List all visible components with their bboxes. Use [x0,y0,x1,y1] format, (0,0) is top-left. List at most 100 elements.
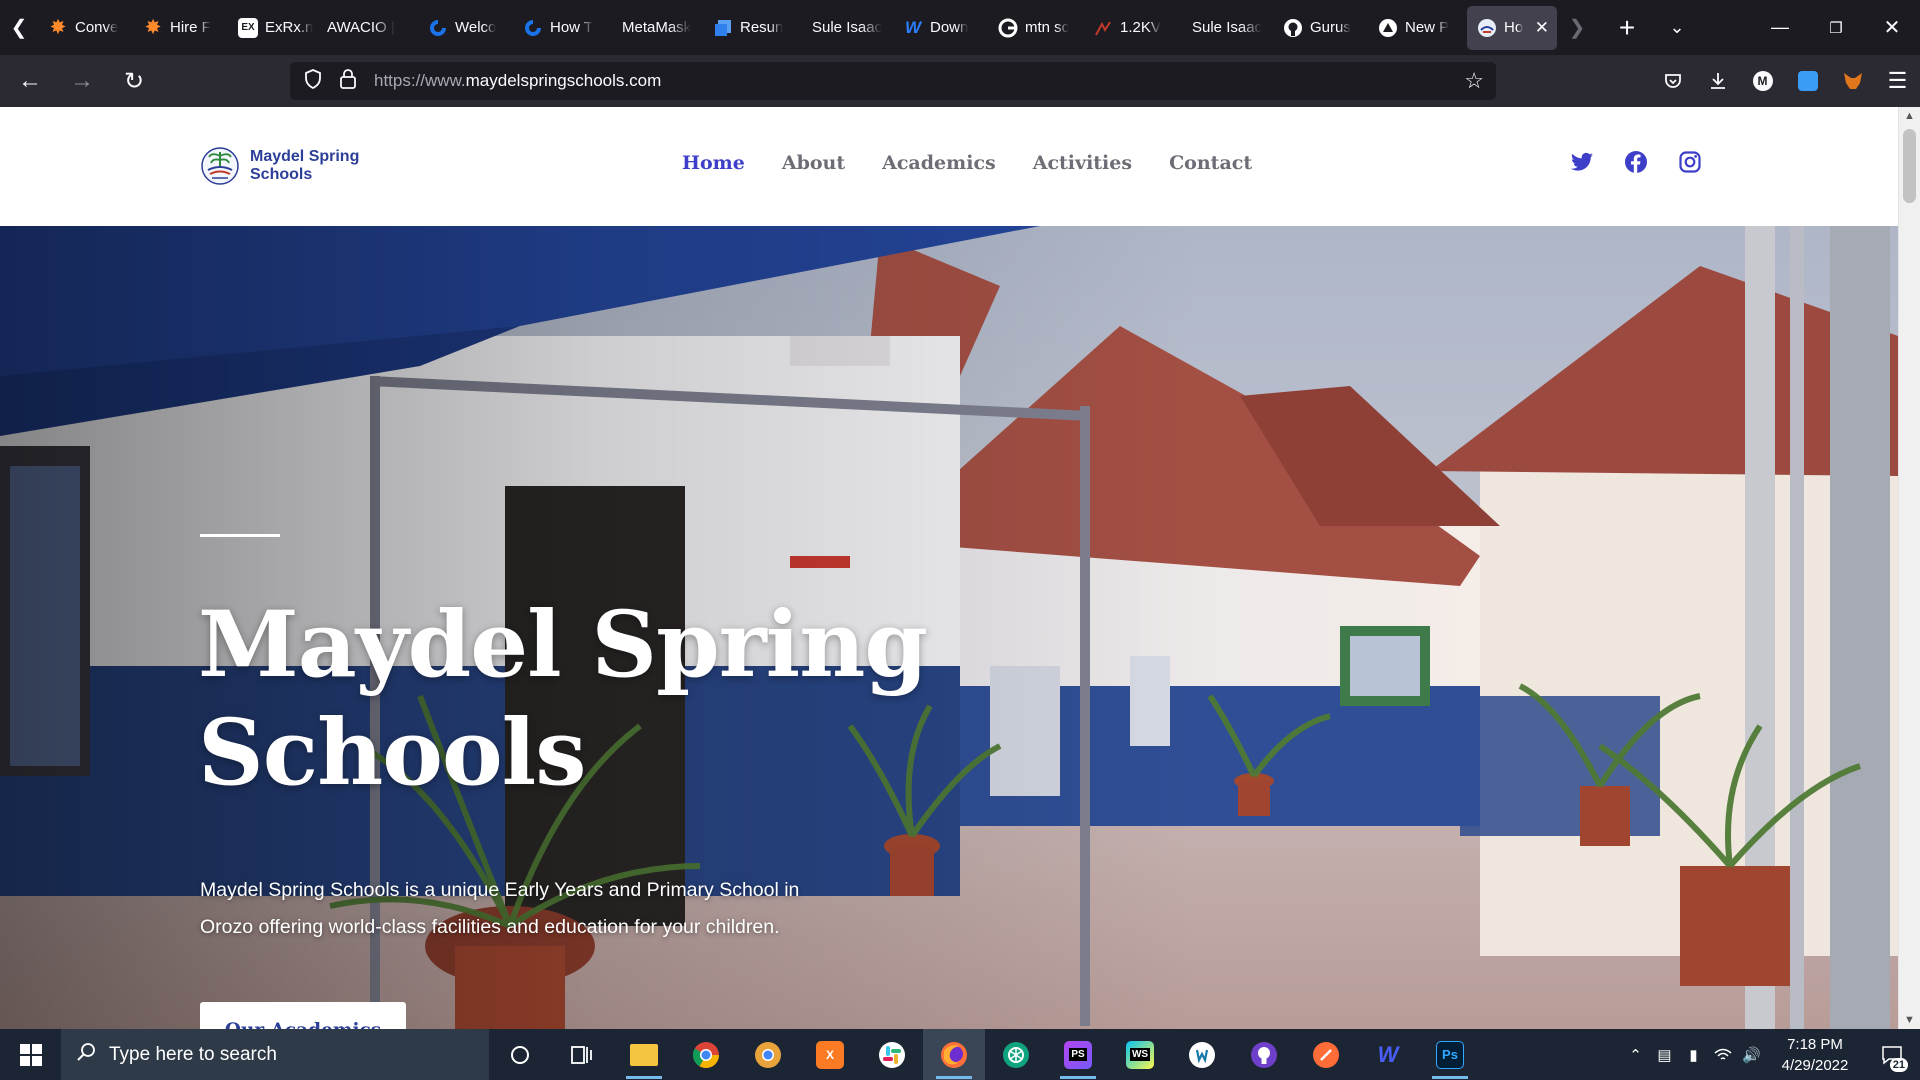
tab[interactable]: Welco [418,6,513,50]
hero-title-line-1: Maydel Spring [198,592,928,698]
our-academics-button[interactable]: Our Academics [200,1002,406,1029]
tab[interactable]: mtn sc [988,6,1083,50]
hero-title: Maydel Spring Schools [198,591,958,807]
facebook-icon[interactable] [1624,150,1648,174]
tab[interactable]: Sule Isaac [1178,6,1273,50]
firefox-icon[interactable] [923,1029,985,1080]
tab-label: Gurus [1310,19,1351,36]
postman-icon[interactable] [1295,1029,1357,1080]
clock-time: 7:18 PM [1787,1035,1843,1053]
tab[interactable]: EX ExRx.n [228,6,323,50]
photoshop-icon[interactable]: Ps [1419,1029,1481,1080]
scrollbar-thumb[interactable] [1903,129,1916,203]
bookmark-star-icon[interactable]: ☆ [1464,68,1484,94]
close-tab-icon[interactable]: ✕ [1535,18,1549,38]
tab-label: New P [1405,19,1450,36]
url-bar[interactable]: https://www.maydelspringschools.com ☆ [290,62,1496,100]
chrome-icon[interactable] [675,1029,737,1080]
scroll-up-icon[interactable]: ▲ [1899,107,1920,125]
tab[interactable]: New P [1368,6,1463,50]
account-initial: M [1752,71,1773,91]
downloads-icon[interactable] [1695,55,1740,107]
page-scrollbar[interactable]: ▲ ▼ [1898,107,1920,1029]
wireshark-icon[interactable] [1171,1029,1233,1080]
taskbar-clock[interactable]: 7:18 PM 4/29/2022 [1766,1034,1864,1076]
menu-icon[interactable]: ☰ [1875,55,1920,107]
task-view-icon[interactable] [551,1029,613,1080]
account-avatar[interactable]: M [1740,55,1785,107]
tab-label: Sule Isaac [812,19,883,36]
url-prefix: https://www. [374,71,466,90]
instagram-icon[interactable] [1678,150,1702,174]
logo-line-2: Schools [250,166,313,183]
forward-icon[interactable]: → [60,59,104,103]
tab[interactable]: How T [513,6,608,50]
nav-about[interactable]: About [782,152,845,174]
tab-label: ExRx.n [265,19,314,36]
cortana-icon[interactable] [489,1029,551,1080]
tab[interactable]: MetaMask [608,6,703,50]
action-center-icon[interactable]: 21 [1864,1029,1920,1080]
site-logo[interactable]: Maydel Spring Schools [200,142,359,190]
hero-title-line-2: Schools [198,700,586,806]
webflow-icon[interactable]: W [1357,1029,1419,1080]
tab[interactable]: ✸ Hire F [133,6,228,50]
nav-contact[interactable]: Contact [1169,152,1252,174]
tab[interactable]: ✸ Conve [38,6,133,50]
tab[interactable]: W Down [893,6,988,50]
star-burst-icon: ✸ [50,17,66,37]
back-icon[interactable]: ← [8,59,52,103]
pocket-icon[interactable] [1650,55,1695,107]
tab[interactable]: 1.2KV [1083,6,1178,50]
tab[interactable]: Resun [703,6,798,50]
hero-description: Maydel Spring Schools is a unique Early … [200,872,840,946]
twitter-icon[interactable] [1570,150,1594,174]
tab-label: Hire F [170,19,211,36]
tab-active[interactable]: Ho ✕ [1467,5,1557,50]
scroll-down-icon[interactable]: ▼ [1899,1011,1920,1029]
url-text[interactable]: https://www.maydelspringschools.com [374,71,661,91]
tab-scroll-left-icon[interactable]: ❮ [0,0,38,55]
site-header: Maydel Spring Schools Home About Academi… [0,107,1898,226]
minimize-icon[interactable]: — [1752,0,1808,55]
metamask-fox-icon[interactable] [1830,55,1875,107]
browser-tab-strip: ❮ ✸ Conve ✸ Hire F EX ExRx.n AWACIO | Welco… [0,0,1920,55]
tab-label: mtn sc [1025,19,1070,36]
reload-icon[interactable]: ↻ [112,59,156,103]
phpstorm-icon[interactable]: PS [1047,1029,1109,1080]
nav-activities[interactable]: Activities [1033,152,1132,174]
cloud-extension-icon[interactable] [1785,55,1830,107]
hero-description-line-2: Orozo offering world-class facilities an… [200,916,780,938]
tab-list: ✸ Conve ✸ Hire F EX ExRx.n AWACIO | Welco H… [38,0,1557,55]
nav-academics[interactable]: Academics [882,152,996,174]
restore-icon[interactable]: ❐ [1808,0,1864,55]
close-window-icon[interactable]: ✕ [1864,0,1920,55]
battery-icon[interactable]: ▮ [1679,1029,1708,1080]
taskbar-apps: X PS WS W Ps [489,1029,1481,1080]
lock-icon[interactable] [338,68,358,95]
nav-home[interactable]: Home [682,152,745,174]
chatgpt-icon[interactable] [985,1029,1047,1080]
volume-icon[interactable]: 🔊 [1737,1029,1766,1080]
webstorm-icon[interactable]: WS [1109,1029,1171,1080]
tab-controls: ❯ + ⌄ [1552,0,1702,55]
tab[interactable]: Gurus [1273,6,1368,50]
slack-icon[interactable] [861,1029,923,1080]
xampp-icon[interactable]: X [799,1029,861,1080]
list-all-tabs-icon[interactable]: ⌄ [1652,0,1702,55]
w-logo-icon: W [904,17,922,37]
windows-start-icon[interactable] [0,1029,61,1080]
wifi-icon[interactable] [1708,1029,1737,1080]
shield-icon[interactable] [302,68,324,95]
tab[interactable]: Sule Isaac [798,6,893,50]
device-icon[interactable]: ▤ [1650,1029,1679,1080]
new-tab-icon[interactable]: + [1602,0,1652,55]
tab[interactable]: AWACIO | [323,6,418,50]
tab-scroll-right-icon[interactable]: ❯ [1552,0,1602,55]
tab-label: 1.2KV [1120,19,1161,36]
taskbar-search-box[interactable]: Type here to search [61,1029,489,1080]
chrome-canary-icon[interactable] [737,1029,799,1080]
github-desktop-icon[interactable] [1233,1029,1295,1080]
file-explorer-icon[interactable] [613,1029,675,1080]
show-hidden-icons-icon[interactable]: ⌃ [1621,1029,1650,1080]
